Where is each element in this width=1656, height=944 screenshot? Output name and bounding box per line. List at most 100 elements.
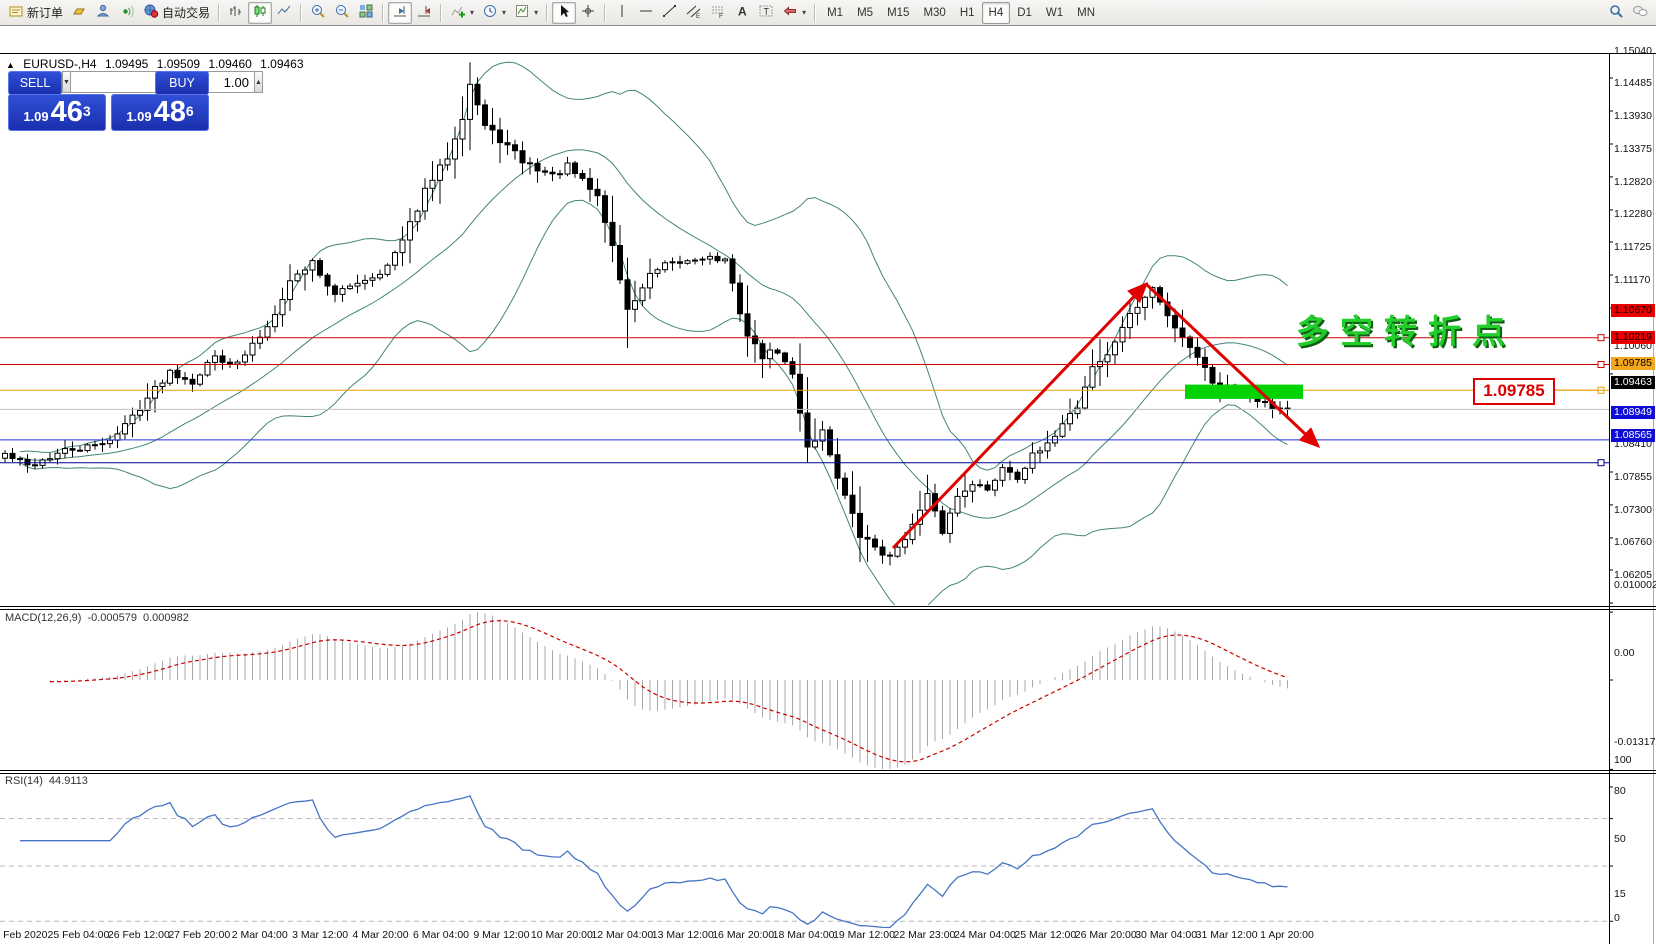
auto-trading-button[interactable]: 自动交易 [139, 2, 214, 24]
x-axis-label: 1 Apr 20:00 [1260, 929, 1314, 941]
y-axis-tick-label: 1.12820 [1614, 176, 1652, 188]
new-order-button[interactable]: 新订单 [4, 2, 67, 24]
macd-value-main: -0.000579 [87, 612, 137, 624]
toolbar-separator [382, 4, 384, 22]
y-axis-tick-label: 1.07855 [1614, 471, 1652, 483]
periods-button[interactable]: ▾ [478, 2, 510, 24]
zoom-in-button[interactable] [306, 2, 330, 24]
text-tool-button[interactable]: A [730, 2, 754, 24]
timeframe-mn-button[interactable]: MN [1070, 2, 1102, 24]
cursor-icon [556, 3, 572, 22]
buy-price-main: 48 [154, 98, 186, 127]
volume-control: ▼ ▲ [62, 71, 155, 93]
timeframe-m1-button[interactable]: M1 [820, 2, 850, 24]
x-axis-label: 18 Mar 04:00 [773, 929, 835, 941]
chat-button[interactable] [1628, 2, 1652, 24]
crosshair-button[interactable] [576, 2, 600, 24]
toolbar-separator [218, 4, 220, 22]
rsi-axis-label: 100 [1614, 754, 1632, 766]
person-icon [95, 3, 111, 22]
volume-up-button[interactable]: ▲ [254, 71, 263, 93]
horizontal-line-button[interactable] [634, 2, 658, 24]
clock-icon [482, 3, 498, 22]
dropdown-arrow-icon: ▾ [502, 8, 506, 17]
timeframe-m15-button[interactable]: M15 [880, 2, 916, 24]
macd-name: MACD(12,26,9) [5, 612, 81, 624]
svg-text:E: E [696, 14, 700, 19]
chart-window[interactable]: ▲ EURUSD-,H4 1.09495 1.09509 1.09460 1.0… [0, 26, 1656, 944]
symbol-arrow-icon: ▲ [6, 60, 15, 70]
crosshair-icon [580, 3, 596, 22]
signals-button[interactable] [115, 2, 139, 24]
template-icon [514, 3, 530, 22]
fibo-icon: F [710, 3, 726, 22]
cursor-button[interactable] [552, 2, 576, 24]
label-tool-button[interactable]: T [754, 2, 778, 24]
shapes-button[interactable]: ▾ [778, 2, 810, 24]
bar-chart-mode-button[interactable] [224, 2, 248, 24]
macd-value-signal: 0.000982 [143, 612, 189, 624]
timeframe-h4-button[interactable]: H4 [982, 2, 1011, 24]
chart-shift-button[interactable] [412, 2, 436, 24]
rsi-axis-label: 0 [1614, 912, 1620, 924]
price-chart-canvas[interactable] [0, 26, 1656, 944]
account-button[interactable] [91, 2, 115, 24]
y-axis-tick-label: 1.07300 [1614, 504, 1652, 516]
rsi-pane [0, 796, 1609, 928]
fibonacci-button[interactable]: F [706, 2, 730, 24]
templates-button[interactable]: ▾ [510, 2, 542, 24]
timeframe-w1-button[interactable]: W1 [1039, 2, 1070, 24]
ticket-icon [8, 3, 24, 22]
linechart-icon [276, 3, 292, 22]
equidistant-channel-button[interactable]: E [682, 2, 706, 24]
channel-icon: E [686, 3, 702, 22]
zoom-out-button[interactable] [330, 2, 354, 24]
trend-icon [662, 3, 678, 22]
tile-windows-button[interactable] [354, 2, 378, 24]
timeframe-m5-button[interactable]: M5 [850, 2, 880, 24]
gold-icon [71, 3, 87, 22]
timeframe-m30-button[interactable]: M30 [916, 2, 952, 24]
candles-icon [252, 3, 268, 22]
search-button[interactable] [1604, 2, 1628, 24]
sell-price-main: 46 [51, 98, 83, 127]
rsi-axis-label: 50 [1614, 833, 1626, 845]
price-badge: 1.10219 [1611, 331, 1655, 344]
sell-price-pip: 3 [83, 103, 91, 119]
chat-icon [1632, 3, 1648, 22]
rsi-name: RSI(14) [5, 775, 43, 787]
volume-down-button[interactable]: ▼ [62, 71, 71, 93]
x-axis-label: 6 Mar 04:00 [413, 929, 469, 941]
sell-price-prefix: 1.09 [23, 107, 48, 127]
timeframe-d1-button[interactable]: D1 [1010, 2, 1039, 24]
x-axis-label: 23 Feb 2020 [0, 929, 47, 941]
x-axis-label: 12 Mar 04:00 [591, 929, 653, 941]
dropdown-arrow-icon: ▾ [802, 8, 806, 17]
ohlc-close: 1.09463 [260, 57, 303, 71]
toolbar-separator [440, 4, 442, 22]
vertical-line-button[interactable] [610, 2, 634, 24]
candlestick-mode-button[interactable] [248, 2, 272, 24]
rsi-axis-label: 15 [1614, 888, 1626, 900]
sell-price-button[interactable]: 1.09463 [8, 94, 106, 131]
buy-price-button[interactable]: 1.09486 [111, 94, 209, 131]
globe-icon [143, 3, 159, 22]
trendline-button[interactable] [658, 2, 682, 24]
shapes-icon [782, 3, 798, 22]
sell-button[interactable]: SELL [8, 71, 62, 95]
indicators-button[interactable]: ▾ [446, 2, 478, 24]
buy-button[interactable]: BUY [155, 71, 209, 95]
line-chart-mode-button[interactable] [272, 2, 296, 24]
x-axis-label: 19 Mar 12:00 [833, 929, 895, 941]
ohlc-info-line: ▲ EURUSD-,H4 1.09495 1.09509 1.09460 1.0… [6, 57, 309, 71]
rsi-axis-label: 80 [1614, 785, 1626, 797]
auto-scroll-button[interactable] [388, 2, 412, 24]
timeframe-h1-button[interactable]: H1 [953, 2, 982, 24]
y-axis-tick-label: 1.11725 [1614, 241, 1651, 253]
gold-tool-button[interactable] [67, 2, 91, 24]
ohlc-high: 1.09509 [157, 57, 200, 71]
toolbar-separator [300, 4, 302, 22]
x-axis-label: 26 Feb 12:00 [108, 929, 170, 941]
x-axis-label: 25 Feb 04:00 [47, 929, 109, 941]
shift-icon [416, 3, 432, 22]
